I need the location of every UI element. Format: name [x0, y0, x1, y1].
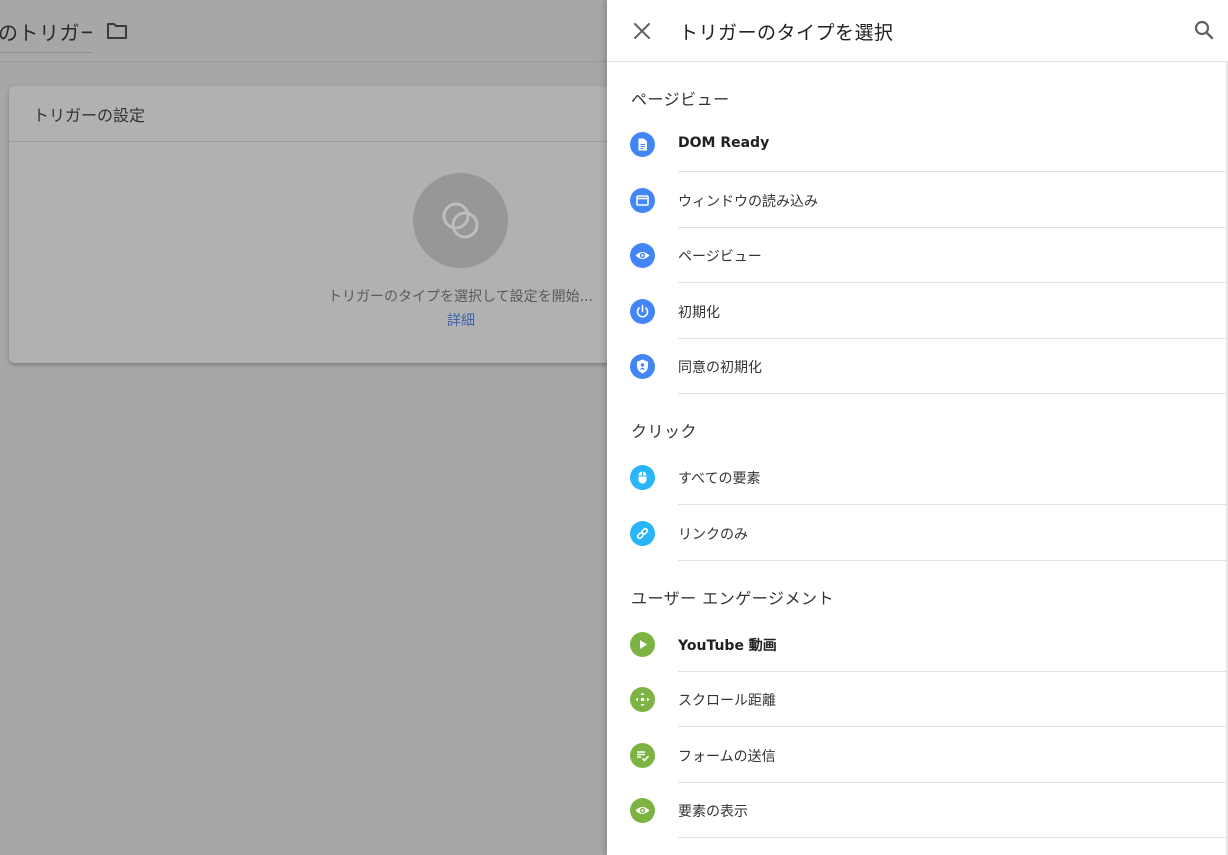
section-title-click: クリック [631, 422, 698, 441]
trigger-item-youtube-video[interactable]: YouTube 動画 [607, 617, 1226, 672]
trigger-item-form-submission[interactable]: フォームの送信 [607, 728, 1226, 783]
form-icon [630, 743, 655, 768]
trigger-item-dom-ready[interactable]: DOM Ready [607, 117, 1226, 172]
item-label: スクロール距離 [678, 693, 776, 709]
item-divider [678, 393, 1226, 394]
section-title-pageview: ページビュー [631, 90, 730, 109]
item-label: リンクのみ [678, 527, 748, 543]
card-divider [9, 141, 629, 142]
trigger-config-card[interactable]: トリガーの設定 トリガーのタイプを選択して設定を開始... 詳細 [9, 86, 629, 363]
editor-header: のトリガー [0, 0, 607, 62]
item-label: ウィンドウの読み込み [678, 194, 818, 210]
learn-more-link[interactable]: 詳細 [447, 310, 475, 330]
item-label: フォームの送信 [678, 749, 776, 765]
window-icon [630, 188, 655, 213]
trigger-item-initialization[interactable]: 初期化 [607, 284, 1226, 339]
folder-icon[interactable] [106, 22, 128, 40]
play-icon [630, 632, 655, 657]
item-label: 初期化 [678, 305, 720, 321]
trigger-item-consent-initialization[interactable]: 同意の初期化 [607, 339, 1226, 394]
item-label: 同意の初期化 [678, 360, 762, 376]
item-divider [678, 560, 1226, 561]
trigger-placeholder-icon [442, 202, 479, 239]
item-label: ページビュー [678, 249, 762, 265]
close-icon[interactable] [631, 20, 653, 42]
item-divider [678, 504, 1226, 505]
panel-header: トリガーのタイプを選択 [607, 0, 1228, 62]
search-icon[interactable] [1193, 19, 1215, 41]
trigger-name-title[interactable]: のトリガー [0, 17, 92, 53]
eye-icon [630, 243, 655, 268]
shield-icon [630, 354, 655, 379]
trigger-item-window-loaded[interactable]: ウィンドウの読み込み [607, 173, 1226, 228]
mouse-icon [630, 465, 655, 490]
trigger-item-page-view[interactable]: ページビュー [607, 228, 1226, 283]
trigger-item-links-only[interactable]: リンクのみ [607, 506, 1226, 561]
card-hint-text: トリガーのタイプを選択して設定を開始... [328, 289, 593, 305]
item-divider [678, 171, 1226, 172]
power-icon [630, 299, 655, 324]
eye-icon [630, 798, 655, 823]
trigger-item-element-visibility[interactable]: 要素の表示 [607, 783, 1226, 838]
item-label: 要素の表示 [678, 804, 748, 820]
section-title-user-engagement: ユーザー エンゲージメント [631, 589, 834, 608]
card-title: トリガーの設定 [33, 106, 146, 125]
item-label: すべての要素 [678, 471, 761, 487]
trigger-type-panel: トリガーのタイプを選択 ページビュー DOM Ready ウィンドウの読み込み … [607, 0, 1228, 855]
link-icon [630, 521, 655, 546]
trigger-item-scroll-depth[interactable]: スクロール距離 [607, 672, 1226, 727]
trigger-placeholder-circle[interactable] [413, 173, 508, 268]
item-label: DOM Ready [678, 135, 770, 151]
item-label: YouTube 動画 [678, 638, 777, 654]
panel-title: トリガーのタイプを選択 [679, 22, 894, 44]
scroll-icon [630, 687, 655, 712]
item-divider [678, 837, 1226, 838]
trigger-item-all-elements[interactable]: すべての要素 [607, 450, 1226, 505]
item-divider [678, 726, 1226, 727]
document-icon [630, 132, 655, 157]
item-divider [678, 282, 1226, 283]
